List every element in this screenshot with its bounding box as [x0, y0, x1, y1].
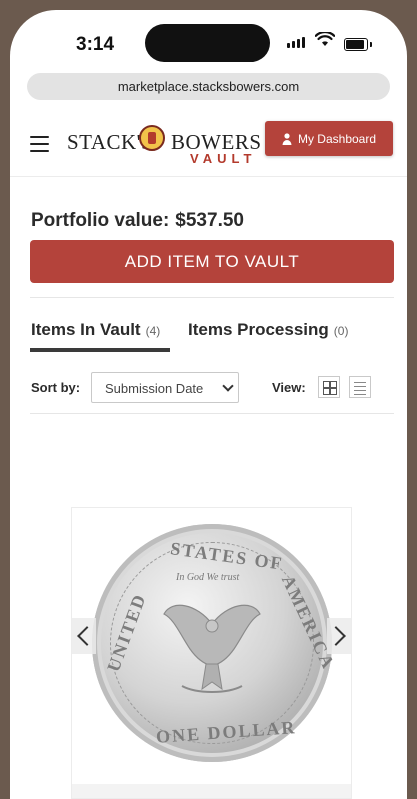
logo-word-vault: VAULT [190, 151, 257, 166]
card-footer [72, 784, 351, 798]
chevron-left-icon [77, 626, 97, 646]
next-image-button[interactable] [326, 618, 351, 654]
tab-items-in-vault[interactable]: Items In Vault (4) [31, 320, 160, 340]
site-logo[interactable]: STACK'S BOWERS VAULT [67, 122, 261, 166]
tab-label: Items Processing [188, 320, 329, 339]
coin-motto: In God We trust [176, 572, 240, 583]
vault-item-card[interactable]: STATES OF UNITED AMERICA In God We trust… [71, 507, 352, 799]
hamburger-menu-icon[interactable] [30, 136, 49, 152]
status-bar: 3:14 [10, 10, 407, 74]
battery-nub [370, 42, 372, 47]
eagle-icon [163, 604, 261, 693]
portfolio-amount: $537.50 [175, 210, 244, 231]
tab-label: Items In Vault [31, 320, 141, 339]
dynamic-island [145, 24, 270, 62]
view-label: View: [272, 380, 306, 395]
site-header: STACK'S BOWERS VAULT My Dashboard [10, 114, 407, 177]
address-bar[interactable]: marketplace.stacksbowers.com [27, 73, 390, 100]
active-tab-indicator [30, 348, 170, 352]
logo-emblem-icon [139, 125, 165, 151]
grid-view-button[interactable] [318, 376, 340, 398]
divider [30, 413, 394, 414]
tab-count: (0) [333, 324, 349, 338]
my-dashboard-label: My Dashboard [297, 131, 377, 146]
wifi-icon [315, 32, 335, 46]
chevron-right-icon [326, 626, 346, 646]
sort-by-select[interactable]: Submission Date [91, 372, 239, 403]
portfolio-value: Portfolio value: $537.50 [31, 210, 244, 232]
previous-image-button[interactable] [72, 618, 97, 654]
chevron-down-icon [222, 380, 234, 392]
tab-count: (4) [145, 324, 161, 338]
tab-items-processing[interactable]: Items Processing (0) [188, 320, 348, 340]
user-icon [282, 132, 292, 145]
phone-frame: 3:14 marketplace.stacksbowers.com STACK'… [0, 0, 417, 799]
status-time: 3:14 [76, 34, 115, 55]
battery-icon [344, 38, 368, 51]
my-dashboard-button[interactable]: My Dashboard [265, 121, 393, 156]
sort-selected-value: Submission Date [105, 381, 204, 396]
screen: 3:14 marketplace.stacksbowers.com STACK'… [10, 10, 407, 799]
portfolio-label: Portfolio value: [31, 210, 170, 231]
add-item-to-vault-button[interactable]: ADD ITEM TO VAULT [30, 240, 394, 283]
list-view-button[interactable] [349, 376, 371, 398]
signal-icon [287, 37, 305, 48]
sort-by-label: Sort by: [31, 380, 81, 395]
coin-image[interactable]: STATES OF UNITED AMERICA In God We trust… [92, 524, 339, 762]
divider [30, 297, 394, 298]
